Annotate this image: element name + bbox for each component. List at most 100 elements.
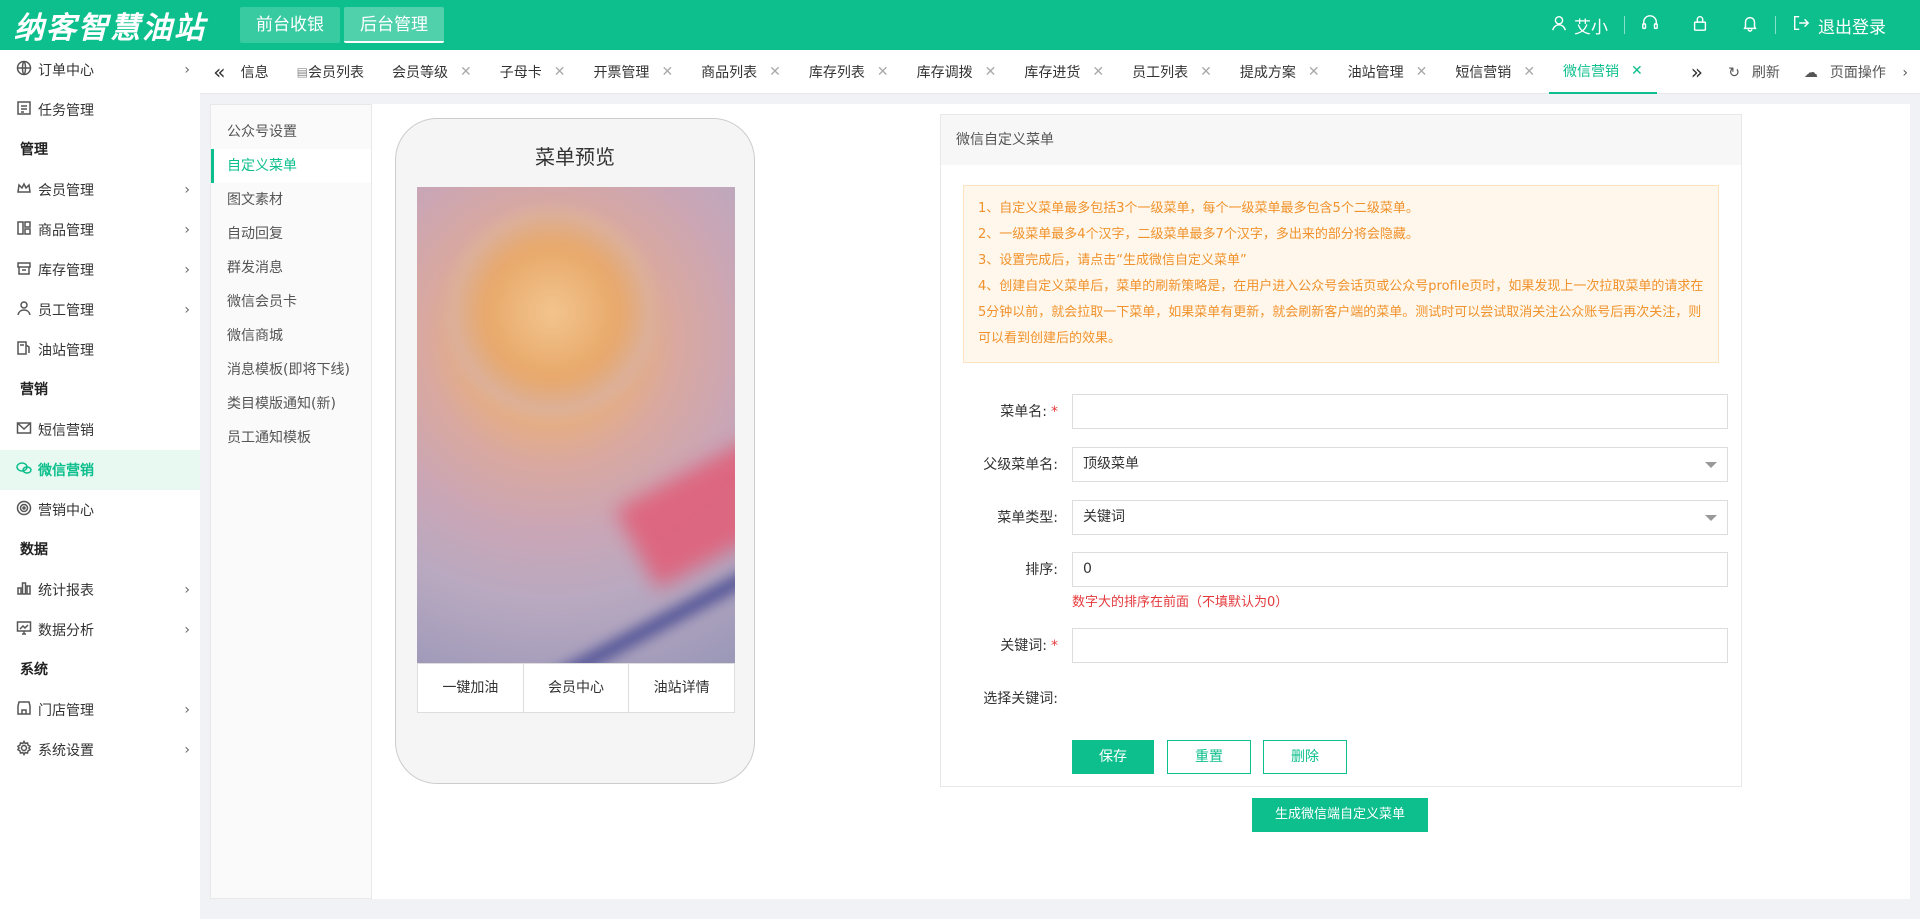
close-icon[interactable]: ✕ xyxy=(1308,64,1320,80)
tab-label: 信息 xyxy=(240,64,269,81)
menu-name-row: 菜单名: * xyxy=(941,393,1743,429)
tab[interactable]: 开票管理 ✕ xyxy=(579,50,687,94)
close-icon[interactable]: ✕ xyxy=(769,64,781,80)
nav-front-cashier[interactable]: 前台收银 xyxy=(240,7,340,43)
subnav-item[interactable]: 群发消息 xyxy=(211,251,371,285)
close-icon[interactable]: ✕ xyxy=(1523,64,1535,80)
tab[interactable]: 会员等级 ✕ xyxy=(378,50,486,94)
notice-line: 4、创建自定义菜单后，菜单的刷新策略是，在用户进入公众号会话页或公众号profi… xyxy=(978,279,1704,346)
close-icon[interactable]: ✕ xyxy=(985,64,997,80)
close-icon[interactable]: ✕ xyxy=(1092,64,1104,80)
save-button[interactable]: 保存 xyxy=(1072,740,1154,774)
sidebar-item[interactable]: 统计报表 › xyxy=(0,570,200,610)
main-content: 公众号设置 自定义菜单 图文素材 自动回复 群发消息 微信会员卡 微信商城 消息模板(即将下线… xyxy=(210,104,1910,899)
sidebar-item[interactable]: 数据分析 › xyxy=(0,610,200,650)
close-icon[interactable]: ✕ xyxy=(877,64,889,80)
close-icon[interactable]: ✕ xyxy=(661,64,673,80)
tab[interactable]: 油站管理 ✕ xyxy=(1334,50,1442,94)
page-ops-button[interactable]: ☁ 页面操作 › xyxy=(1798,62,1914,82)
preview-menu-item[interactable]: 一键加油 xyxy=(418,664,524,712)
close-icon[interactable]: ✕ xyxy=(1631,63,1643,79)
sidebar-item[interactable]: 会员管理 › xyxy=(0,170,200,210)
notice-line: 3、设置完成后，请点击“生成微信自定义菜单” xyxy=(978,253,1247,268)
sidebar-item[interactable]: 库存管理 › xyxy=(0,250,200,290)
menu-name-input[interactable] xyxy=(1072,393,1728,429)
tab[interactable]: ▤ 会员列表 xyxy=(283,50,378,94)
close-icon[interactable]: ✕ xyxy=(554,64,566,80)
tab[interactable]: 商品列表 ✕ xyxy=(687,50,795,94)
tab[interactable]: 库存调拨 ✕ xyxy=(903,50,1011,94)
menu-name-label: 菜单名: xyxy=(1000,404,1047,420)
tab[interactable]: 库存进货 ✕ xyxy=(1010,50,1118,94)
tab[interactable]: 短信营销 ✕ xyxy=(1441,50,1549,94)
sidebar-item-label: 员工管理 xyxy=(38,303,94,319)
parent-menu-select[interactable]: 顶级菜单 xyxy=(1072,446,1728,482)
support-button[interactable] xyxy=(1625,0,1675,50)
sidebar-item[interactable]: 微信营销 xyxy=(0,450,200,490)
tab[interactable]: 子母卡 ✕ xyxy=(486,50,580,94)
lock-button[interactable] xyxy=(1675,0,1725,50)
doc-icon: ▤ xyxy=(296,64,308,79)
sidebar-item[interactable]: 系统设置 › xyxy=(0,730,200,770)
sidebar-item[interactable]: 任务管理 xyxy=(0,90,200,130)
subnav-item[interactable]: 类目模版通知(新) xyxy=(211,387,371,421)
keyword-input[interactable] xyxy=(1072,627,1728,663)
subnav-item[interactable]: 自定义菜单 xyxy=(211,149,371,183)
notification-button[interactable] xyxy=(1725,0,1775,50)
tab[interactable]: 库存列表 ✕ xyxy=(795,50,903,94)
tab-label: 库存列表 xyxy=(808,64,865,81)
generate-wechat-menu-button[interactable]: 生成微信端自定义菜单 xyxy=(1252,798,1428,832)
logout-button[interactable]: 退出登录 xyxy=(1776,0,1920,50)
subnav-item[interactable]: 微信会员卡 xyxy=(211,285,371,319)
subnav-item[interactable]: 员工通知模板 xyxy=(211,421,371,455)
sidebar-item-label: 任务管理 xyxy=(38,103,94,119)
subnav-item[interactable]: 微信商城 xyxy=(211,319,371,353)
order-hint: 数字大的排序在前面（不填默认为0） xyxy=(1072,595,1289,610)
nav-backend-admin[interactable]: 后台管理 xyxy=(344,7,444,43)
panel-title: 微信自定义菜单 xyxy=(941,115,1741,165)
refresh-button[interactable]: ↻ 刷新 xyxy=(1722,62,1786,82)
close-icon[interactable]: ✕ xyxy=(460,64,472,80)
preview-menu-item[interactable]: 会员中心 xyxy=(524,664,630,712)
subnav-item[interactable]: 自动回复 xyxy=(211,217,371,251)
chevron-right-icon: › xyxy=(184,222,190,238)
sidebar: 订单中心 › 任务管理 管理 会员管理 › 商品管理 › 库存管理 › 员工管理 › 油站管理 营销 短信营… xyxy=(0,50,200,919)
parent-menu-label: 父级菜单名: xyxy=(983,457,1058,473)
close-icon[interactable]: ✕ xyxy=(1416,64,1428,80)
sidebar-item[interactable]: 商品管理 › xyxy=(0,210,200,250)
pump-icon xyxy=(16,340,38,360)
sidebar-item[interactable]: 营销中心 xyxy=(0,490,200,530)
tab[interactable]: 信息 xyxy=(239,50,283,94)
preview-title: 菜单预览 xyxy=(535,145,615,169)
tab[interactable]: 提成方案 ✕ xyxy=(1226,50,1334,94)
sidebar-item[interactable]: 短信营销 xyxy=(0,410,200,450)
preview-menu-bar: 一键加油 会员中心 油站详情 xyxy=(417,663,735,713)
sidebar-item[interactable]: 油站管理 xyxy=(0,330,200,370)
subnav-item[interactable]: 公众号设置 xyxy=(211,115,371,149)
subnav-item[interactable]: 图文素材 xyxy=(211,183,371,217)
preview-background-image xyxy=(417,187,735,663)
subnav-item[interactable]: 消息模板(即将下线) xyxy=(211,353,371,387)
tab-label: 提成方案 xyxy=(1239,64,1296,81)
sidebar-item[interactable]: 员工管理 › xyxy=(0,290,200,330)
tab[interactable]: 微信营销 ✕ xyxy=(1549,50,1657,94)
user-name: 艾小 xyxy=(1574,17,1608,38)
tab-label: 微信营销 xyxy=(1563,63,1620,80)
tabs-scroll-left-button[interactable]: « xyxy=(200,60,239,84)
goods-icon xyxy=(16,220,38,240)
reset-button[interactable]: 重置 xyxy=(1167,740,1251,774)
sidebar-item[interactable]: 订单中心 › xyxy=(0,50,200,90)
preview-menu-item[interactable]: 油站详情 xyxy=(629,664,734,712)
close-icon[interactable]: ✕ xyxy=(1200,64,1212,80)
tab-label: 库存调拨 xyxy=(916,64,973,81)
delete-button[interactable]: 删除 xyxy=(1263,740,1347,774)
menu-type-select[interactable]: 关键词 xyxy=(1072,499,1728,535)
tab[interactable]: 员工列表 ✕ xyxy=(1118,50,1226,94)
sidebar-item-label: 订单中心 xyxy=(38,63,94,79)
user-menu[interactable]: 艾小 xyxy=(1534,0,1624,50)
sidebar-item[interactable]: 门店管理 › xyxy=(0,690,200,730)
tabs-scroll-right-button[interactable]: » xyxy=(1678,60,1717,84)
order-input[interactable]: 0 xyxy=(1072,551,1728,587)
tab-label: 会员等级 xyxy=(391,64,448,81)
top-header: 纳客智慧油站 前台收银 后台管理 艾小 退出登录 xyxy=(0,0,1920,50)
